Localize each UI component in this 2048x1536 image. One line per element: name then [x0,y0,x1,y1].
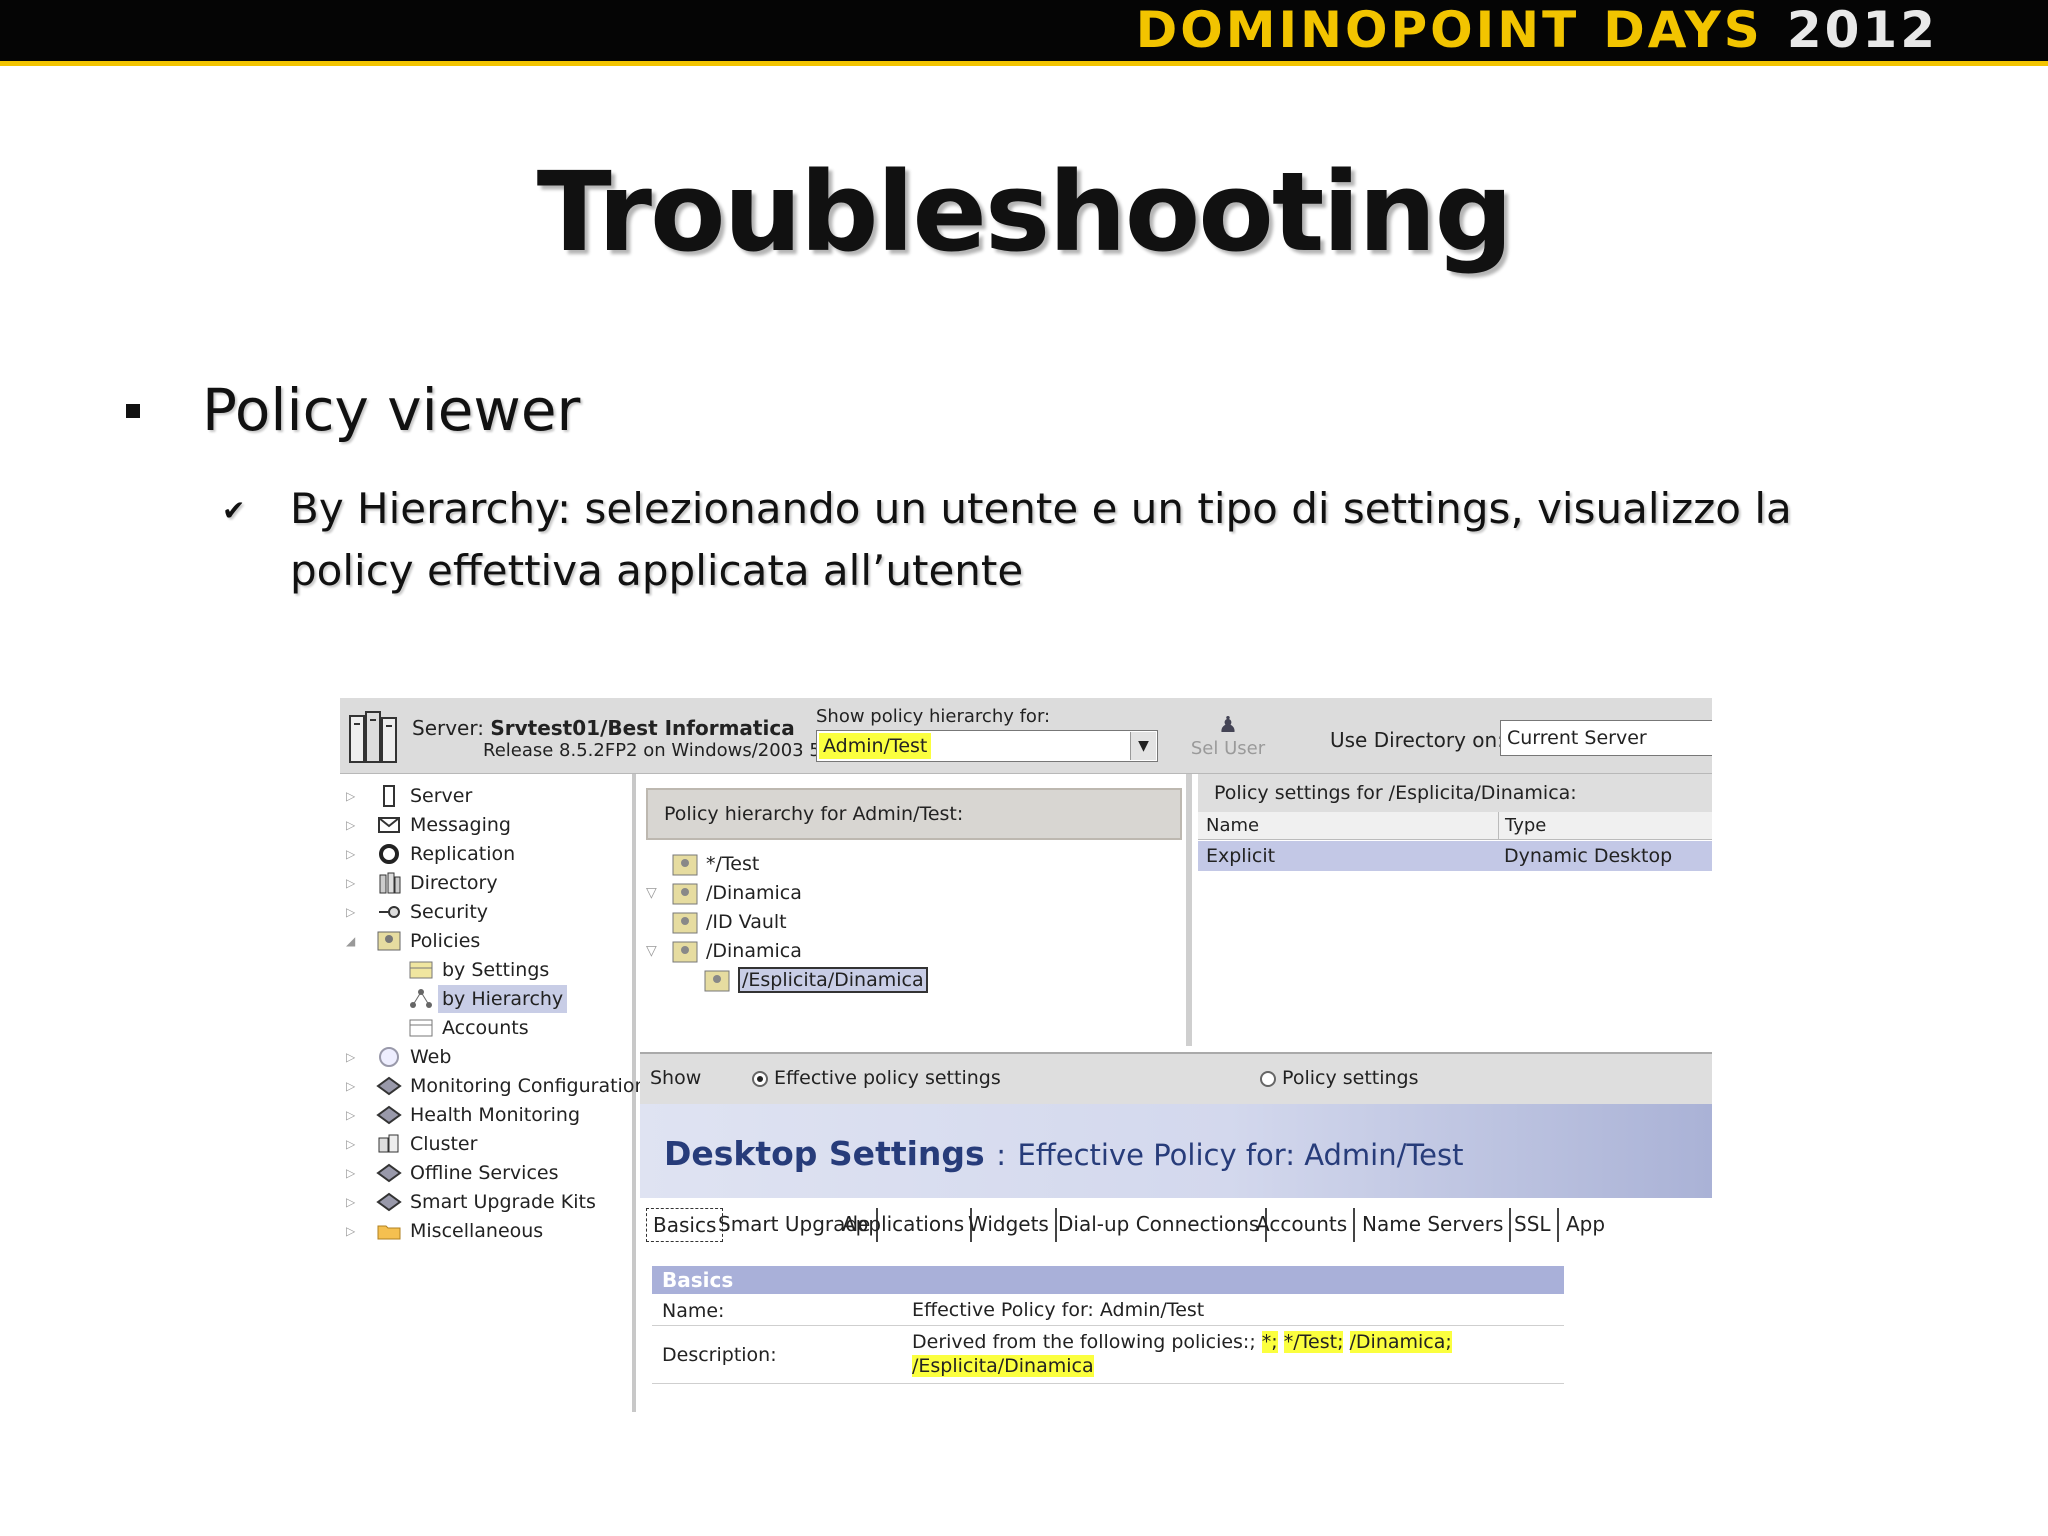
policy-icon [672,883,698,904]
policy-icon [672,854,698,875]
chevron-right-icon[interactable]: ▷ [346,1101,366,1129]
nav-tree: ▷ Server ▷ Messaging ▷ Replication ▷ Dir… [340,774,647,1412]
server-icon [383,785,395,807]
basics-name-row: Name: Effective Policy for: Admin/Test [652,1294,1564,1326]
settings-grid-icon [409,961,433,979]
hierarchy-user-select[interactable]: Admin/Test ▼ [816,730,1158,762]
settings-tabs: Basics Smart Upgrade Applications Widget… [640,1198,1712,1248]
banner-subtitle: Effective Policy for: Admin/Test [1017,1138,1464,1172]
policy-viewer-screenshot: Server: Srvtest01/Best Informatica Relea… [340,698,1712,1412]
policy-settings-pane: Policy settings for /Esplicita/Dinamica:… [1198,774,1712,1046]
desktop-settings-banner: Desktop Settings : Effective Policy for:… [640,1104,1712,1198]
chevron-right-icon[interactable]: ▷ [346,898,366,926]
description-value: Derived from the following policies:; *;… [912,1331,1452,1377]
bullet-primary-text: Policy viewer [202,376,581,444]
name-value: Effective Policy for: Admin/Test [912,1299,1205,1321]
table-icon [409,1019,433,1037]
chevron-right-icon[interactable]: ▷ [346,811,366,839]
chevron-right-icon[interactable]: ▷ [346,1217,366,1245]
policy-hierarchy-pane: Policy hierarchy for Admin/Test: */Test … [640,774,1192,1046]
server-name: Server: Srvtest01/Best Informatica [412,716,795,740]
sync-icon [379,844,399,864]
book-icon [376,1163,402,1183]
use-directory-label: Use Directory on: [1330,728,1504,752]
table-row[interactable]: Explicit Dynamic Desktop [1198,841,1712,871]
radio-unselected-icon[interactable] [1260,1070,1276,1087]
chevron-down-icon[interactable]: ▽ [646,879,657,907]
tab-app[interactable]: App [1560,1208,1611,1242]
chevron-down-icon[interactable]: ◢ [346,927,366,955]
basics-section: Basics Name: Effective Policy for: Admin… [652,1266,1564,1384]
cluster-icon [378,1134,399,1153]
tab-dial-up-connections[interactable]: Dial-up Connections [1052,1208,1268,1242]
column-header-type[interactable]: Type [1498,812,1546,840]
book-icon [376,1192,402,1212]
chevron-right-icon[interactable]: ▷ [346,1072,366,1100]
square-bullet-icon [126,404,140,418]
server-icon [349,711,397,763]
tab-accounts[interactable]: Accounts [1250,1208,1356,1242]
directory-icon [379,872,401,894]
policy-icon [672,912,698,933]
basics-header: Basics [652,1266,1564,1294]
policy-icon [704,970,730,991]
book-icon [376,1076,402,1096]
hierarchy-node-dinamica-2[interactable]: ▽ /Dinamica [646,937,802,965]
policy-icon [672,941,698,962]
book-icon [376,1105,402,1125]
key-icon [379,906,400,918]
use-directory-field[interactable]: Current Server [1500,720,1712,756]
column-header-name[interactable]: Name [1206,812,1259,840]
chevron-right-icon[interactable]: ▷ [346,869,366,897]
hierarchy-user-value: Admin/Test [819,733,932,759]
brand-logo: DOMINOPOINT DAYS 2012 [1135,1,1938,59]
hierarchy-for-label: Show policy hierarchy for: [816,706,1051,727]
show-label: Show [650,1067,702,1089]
check-bullet-icon: ✔ [222,494,246,527]
web-icon [379,1047,399,1067]
sel-user-button[interactable]: ♟ Sel User [1180,713,1276,760]
bullet-secondary-text: By Hierarchy: selezionando un utente e u… [290,484,1792,595]
show-options-bar: Show Effective policy settings Policy se… [640,1052,1712,1104]
chevron-right-icon[interactable]: ▷ [346,782,366,810]
chevron-right-icon[interactable]: ▷ [346,840,366,868]
row-name: Explicit [1206,845,1276,867]
server-bar: Server: Srvtest01/Best Informatica Relea… [340,698,1712,774]
name-label: Name: [662,1300,725,1322]
user-icon: ♟ [1218,713,1238,738]
mail-icon [378,817,400,833]
chevron-down-icon[interactable]: ▽ [646,937,657,965]
header-accent-line [0,61,2048,66]
hierarchy-node-test[interactable]: */Test [672,850,759,878]
policy-settings-header: Policy settings for /Esplicita/Dinamica: [1198,774,1712,812]
chevron-right-icon[interactable]: ▷ [346,1043,366,1071]
basics-description-row: Description: Derived from the following … [652,1326,1564,1384]
folder-icon [377,1225,401,1240]
radio-selected-icon[interactable] [752,1070,768,1087]
chevron-right-icon[interactable]: ▷ [346,1130,366,1158]
tab-widgets[interactable]: Widgets [962,1208,1057,1242]
slide-title: Troubleshooting [536,148,1513,276]
policy-settings-columns: Name Type [1198,812,1712,840]
hierarchy-node-id-vault[interactable]: /ID Vault [672,908,787,936]
tab-name-servers[interactable]: Name Servers [1356,1208,1512,1242]
tab-ssl[interactable]: SSL [1508,1208,1559,1242]
hierarchy-node-dinamica[interactable]: ▽ /Dinamica [646,879,802,907]
row-type: Dynamic Desktop [1504,845,1673,867]
description-label: Description: [662,1344,777,1366]
hierarchy-node-esplicita-dinamica[interactable]: /Esplicita/Dinamica [704,966,928,994]
chevron-right-icon[interactable]: ▷ [346,1188,366,1216]
hierarchy-icon [410,989,432,1008]
policy-hierarchy-header: Policy hierarchy for Admin/Test: [646,788,1182,840]
effective-policy-radio[interactable]: Effective policy settings [752,1054,1001,1102]
banner-title: Desktop Settings : Effective Policy for:… [664,1134,1464,1173]
server-release: Release 8.5.2FP2 on Windows/2003 5.2 [483,740,838,761]
chevron-down-icon[interactable]: ▼ [1130,732,1156,760]
chevron-right-icon[interactable]: ▷ [346,1159,366,1187]
tab-applications[interactable]: Applications [836,1208,973,1242]
policy-icon [377,931,401,951]
header-bar: DOMINOPOINT DAYS 2012 [0,0,2048,61]
policy-settings-radio[interactable]: Policy settings [1260,1054,1419,1102]
